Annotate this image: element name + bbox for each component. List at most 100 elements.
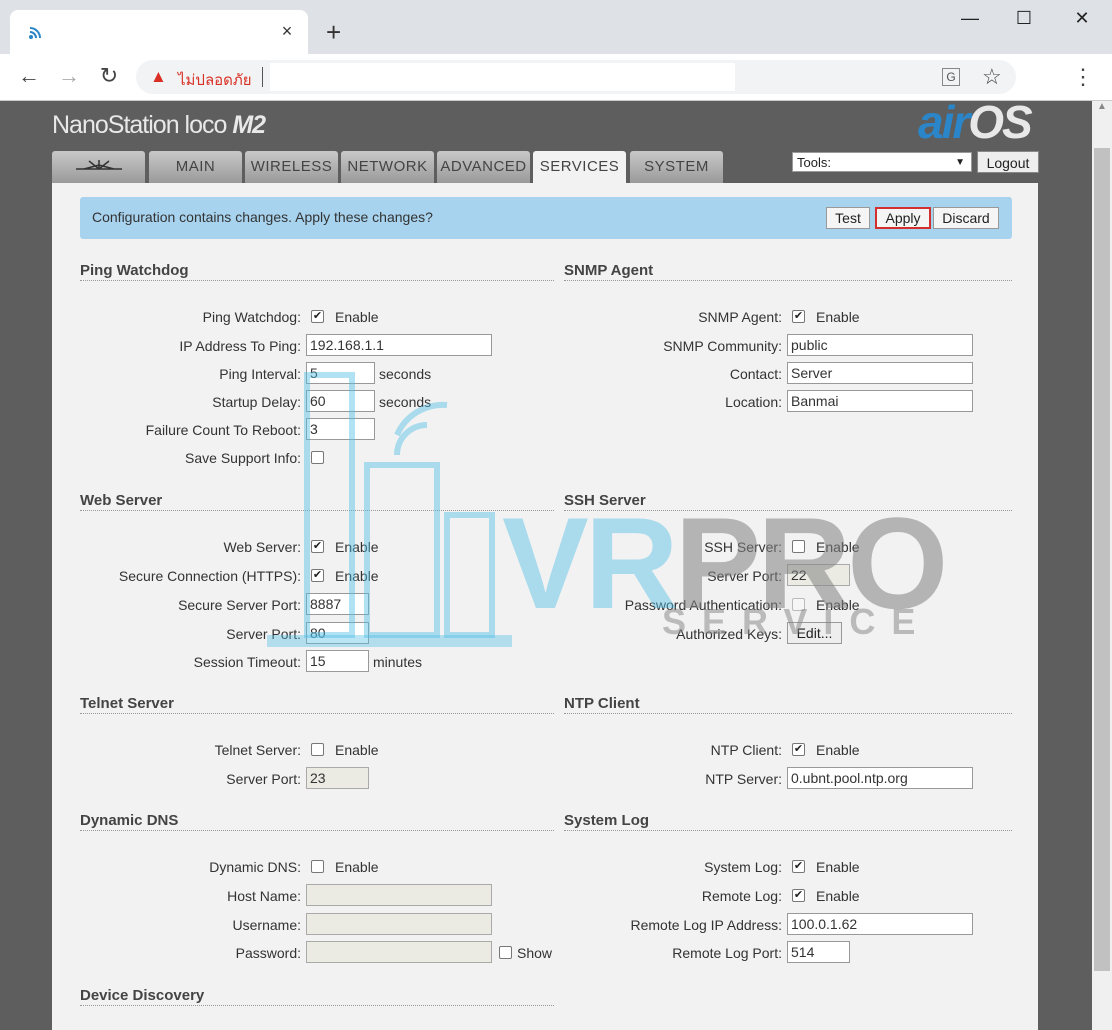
section-telnet-server: Telnet Server (80, 695, 174, 712)
https-checkbox[interactable]: ✔ (311, 569, 324, 582)
browser-menu-icon[interactable]: ⋮ (1072, 64, 1094, 90)
section-snmp-agent: SNMP Agent (564, 262, 654, 279)
vertical-scrollbar[interactable]: ▲ (1092, 101, 1112, 1030)
telnet-port-input[interactable]: 23 (306, 767, 369, 789)
url-input[interactable] (270, 63, 735, 91)
snmp-agent-checkbox[interactable]: ✔ (792, 310, 805, 323)
scrollbar-thumb[interactable] (1094, 148, 1110, 971)
translate-icon[interactable]: G (942, 68, 960, 86)
enable-label: Enable (816, 309, 860, 325)
divider (262, 67, 263, 87)
snmp-community-label: SNMP Community: (663, 338, 782, 354)
web-port-input[interactable]: 80 (306, 622, 369, 644)
ssh-server-label: SSH Server: (704, 539, 782, 555)
host-name-input[interactable] (306, 884, 492, 906)
snmp-community-input[interactable]: public (787, 334, 973, 356)
ping-interval-input[interactable]: 5 (306, 362, 375, 384)
contact-input[interactable]: Server (787, 362, 973, 384)
tab-system[interactable]: SYSTEM (630, 151, 723, 183)
remote-log-checkbox[interactable]: ✔ (792, 889, 805, 902)
system-log-label: System Log: (704, 859, 782, 875)
minimize-icon[interactable]: — (950, 8, 990, 29)
ntp-server-input[interactable]: 0.ubnt.pool.ntp.org (787, 767, 973, 789)
test-button[interactable]: Test (826, 207, 870, 229)
username-label: Username: (232, 917, 301, 933)
seconds-label: seconds (379, 366, 432, 382)
tab-network[interactable]: NETWORK (341, 151, 434, 183)
web-server-checkbox[interactable]: ✔ (311, 540, 324, 553)
tools-label: Tools: (797, 155, 831, 170)
authorized-keys-label: Authorized Keys: (676, 626, 782, 642)
remote-log-label: Remote Log: (701, 888, 782, 904)
remote-log-port-label: Remote Log Port: (672, 945, 782, 961)
tab-services[interactable]: SERVICES (533, 151, 626, 183)
browser-titlebar: × + — ☐ ✕ (0, 0, 1112, 54)
ssh-port-input[interactable]: 22 (787, 564, 850, 586)
services-panel: Configuration contains changes. Apply th… (52, 183, 1038, 1030)
enable-label: Enable (335, 539, 379, 555)
location-label: Location: (725, 394, 782, 410)
remote-log-port-input[interactable]: 514 (787, 941, 850, 963)
tab-wireless[interactable]: WIRELESS (245, 151, 338, 183)
divider (80, 830, 554, 831)
window-close-icon[interactable]: ✕ (1062, 8, 1102, 29)
secure-port-input[interactable]: 8887 (306, 593, 369, 615)
tab-ubnt-logo[interactable] (52, 151, 145, 183)
divider (80, 713, 554, 714)
tab-main[interactable]: MAIN (149, 151, 242, 183)
location-input[interactable]: Banmai (787, 390, 973, 412)
ntp-client-label: NTP Client: (710, 742, 782, 758)
ip-to-ping-label: IP Address To Ping: (179, 338, 301, 354)
chevron-down-icon: ▼ (955, 157, 965, 168)
password-input[interactable] (306, 941, 492, 963)
logout-button[interactable]: Logout (977, 151, 1039, 173)
failure-count-input[interactable]: 3 (306, 418, 375, 440)
system-log-checkbox[interactable]: ✔ (792, 860, 805, 873)
ntp-client-checkbox[interactable]: ✔ (792, 743, 805, 756)
password-auth-checkbox[interactable] (792, 598, 805, 611)
changes-notice: Configuration contains changes. Apply th… (80, 197, 1012, 239)
edit-keys-button[interactable]: Edit... (787, 622, 842, 644)
discard-button[interactable]: Discard (933, 207, 999, 229)
tools-select[interactable]: Tools: ▼ (792, 152, 972, 172)
section-ssh-server: SSH Server (564, 492, 646, 509)
enable-label: Enable (335, 742, 379, 758)
password-auth-label: Password Authentication: (624, 597, 782, 613)
scroll-up-icon[interactable]: ▲ (1097, 101, 1107, 112)
divider (80, 510, 554, 511)
back-icon[interactable]: ← (16, 64, 42, 88)
save-support-checkbox[interactable] (311, 451, 324, 464)
enable-label: Enable (816, 888, 860, 904)
enable-label: Enable (335, 309, 379, 325)
new-tab-icon[interactable]: + (326, 18, 341, 46)
apply-button[interactable]: Apply (875, 207, 931, 229)
startup-delay-input[interactable]: 60 (306, 390, 375, 412)
remote-log-ip-input[interactable]: 100.0.1.62 (787, 913, 973, 935)
session-timeout-input[interactable]: 15 (306, 650, 369, 672)
username-input[interactable] (306, 913, 492, 935)
browser-tab[interactable]: × (10, 10, 308, 54)
insecure-label[interactable]: ไม่ปลอดภัย (178, 68, 252, 92)
show-password-checkbox[interactable] (499, 946, 512, 959)
bookmark-star-icon[interactable]: ☆ (982, 64, 1002, 90)
telnet-server-checkbox[interactable] (311, 743, 324, 756)
reload-icon[interactable]: ↻ (96, 64, 122, 88)
secure-port-label: Secure Server Port: (178, 597, 301, 613)
forward-icon[interactable]: → (56, 64, 82, 88)
dynamic-dns-checkbox[interactable] (311, 860, 324, 873)
tab-close-icon[interactable]: × (276, 20, 298, 42)
section-dynamic-dns: Dynamic DNS (80, 812, 179, 829)
ping-watchdog-checkbox[interactable]: ✔ (311, 310, 324, 323)
tab-advanced[interactable]: ADVANCED (437, 151, 530, 183)
address-bar[interactable]: ▲ ไม่ปลอดภัย G ☆ (136, 60, 1016, 94)
notice-message: Configuration contains changes. Apply th… (92, 209, 433, 225)
save-support-label: Save Support Info: (185, 450, 301, 466)
ip-to-ping-input[interactable]: 192.168.1.1 (306, 334, 492, 356)
warning-icon: ▲ (150, 67, 167, 86)
divider (564, 830, 1012, 831)
maximize-icon[interactable]: ☐ (1004, 8, 1044, 29)
ssh-server-checkbox[interactable] (792, 540, 805, 553)
logo-os: OS (968, 96, 1032, 148)
section-device-discovery: Device Discovery (80, 987, 205, 1004)
web-port-label: Server Port: (226, 626, 301, 642)
